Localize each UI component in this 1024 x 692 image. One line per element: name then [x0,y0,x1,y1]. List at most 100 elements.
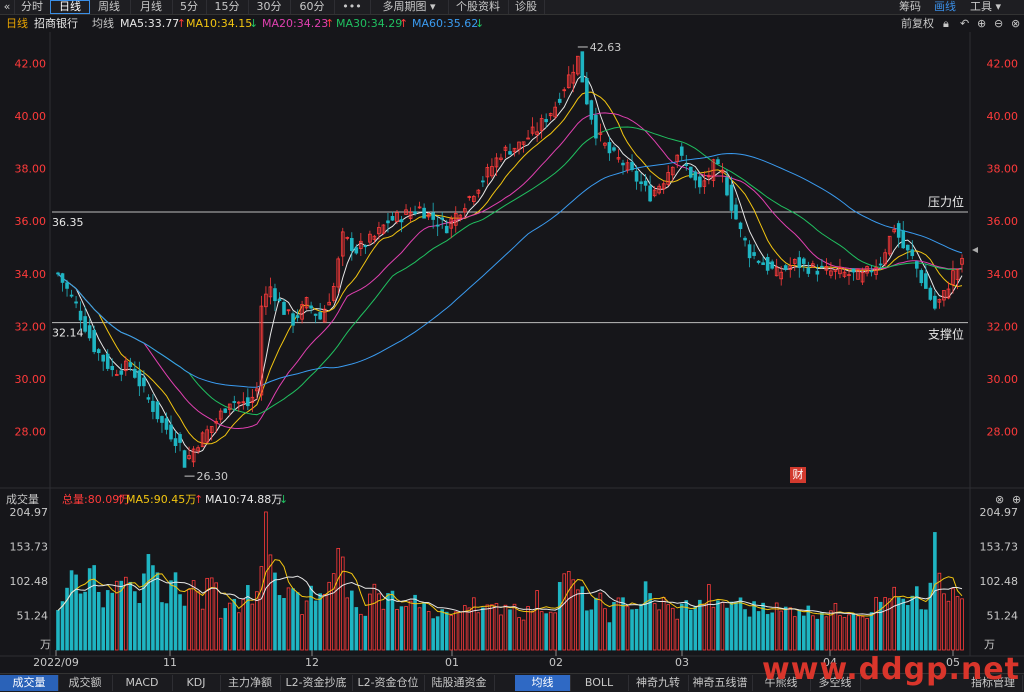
price-tick-left: 30.00 [15,373,47,386]
volume-bar [453,611,458,651]
volume-bar [490,604,494,651]
candle-body [313,313,318,316]
volume-bar [571,579,576,651]
candle-body [169,424,173,440]
volume-bar [797,610,802,651]
bottom-tab-3[interactable]: KDJ [172,675,221,691]
candle-body [390,216,395,221]
candle-body [282,301,286,315]
price-tick-left: 40.00 [15,110,47,123]
candle-body [182,450,187,468]
volume-bar [919,609,924,651]
volume-bar [896,597,901,651]
candle-body [78,310,83,321]
volume-bar [634,608,639,651]
volume-bar [580,586,585,651]
candle-body [761,262,765,265]
volume-bar [218,617,223,651]
price-tick-left: 36.00 [15,215,47,228]
volume-bar [765,614,770,651]
finance-badge[interactable]: 财 [790,467,806,483]
volume-bar [83,591,87,651]
bottom-tab-5[interactable]: L2-资金抄底 [280,675,353,691]
candle-body [878,263,883,266]
volume-bar [951,588,955,651]
candle-body [783,265,788,270]
volume-bar [535,590,539,651]
volume-bar [124,576,128,651]
candle-body [612,147,616,151]
candle-body [729,184,734,211]
volume-bar [331,573,336,651]
volume-tick-left: 102.48 [10,575,49,588]
volume-bar [589,609,594,651]
volume-bar [101,607,106,651]
candle-body [725,177,729,196]
volume-bar [661,596,666,651]
volume-bar [625,606,630,651]
candle-body [770,261,774,269]
volume-bar [630,609,634,651]
volume-bar [137,603,142,651]
volume-bar [467,607,472,651]
volume-bar [313,600,318,651]
volume-bar [603,608,607,651]
volume-bar [472,597,476,651]
price-tick-left: 42.00 [15,58,47,71]
volume-bar [689,609,693,651]
candle-body [734,204,738,220]
volume-bar [548,611,553,651]
volume-bar [105,590,110,651]
volume-bar [386,593,390,651]
indicator-tab-0[interactable]: 均线 [515,675,571,691]
volume-bar [729,601,734,651]
bottom-tab-2[interactable]: MACD [112,675,173,691]
candle-body [83,316,87,332]
bottom-tab-0[interactable]: 成交量 [0,675,59,691]
candle-body [806,267,811,274]
indicator-tab-1[interactable]: BOLL [570,675,629,691]
bottom-tab-1[interactable]: 成交额 [58,675,113,691]
low-label: 26.30 [197,470,229,483]
volume-bar [449,614,454,651]
volume-bar [566,571,571,651]
volume-bar [155,572,160,651]
volume-bar [774,602,779,651]
candle-body [743,237,747,241]
volume-bar [806,605,811,651]
volume-tick-right: 153.73 [980,540,1019,553]
indicator-tab-3[interactable]: 神奇五线谱 [688,675,753,691]
volume-tick-left: 51.24 [17,610,49,623]
volume-bar [462,605,467,651]
volume-tick-left: 153.73 [10,540,49,553]
bottom-tab-4[interactable]: 主力净额 [220,675,281,691]
volume-bar [960,598,964,651]
candle-body [273,288,277,302]
volume-bar [679,603,684,651]
volume-bar [616,597,621,651]
bottom-tab-6[interactable]: L2-资金仓位 [352,675,425,691]
volume-bar [576,589,580,651]
candle-body [933,295,937,309]
candle-body [173,438,178,446]
volume-bar [291,588,295,651]
candle-body [60,273,65,283]
indicator-tab-2[interactable]: 神奇九转 [628,675,689,691]
kline-chart[interactable]: 42.00 42.00 40.00 40.00 38.00 38.00 36.00 36.00… [0,0,1024,691]
bottom-tab-7[interactable]: 陆股通资金 [424,675,495,691]
candle-body [277,298,282,301]
volume-bar [191,580,196,651]
volume-bar [318,593,322,651]
candle-body [399,219,404,223]
volume-bar [295,592,300,651]
volume-bar [273,572,277,651]
candle-body [481,180,485,183]
volume-bar [187,589,191,651]
candle-body [160,416,164,423]
volume-bar [499,614,503,651]
x-tick-label: 2022/09 [33,656,79,669]
candle-body [689,166,693,178]
volume-bar [426,611,431,651]
x-tick-label: 11 [163,656,177,669]
volume-bar [133,591,137,651]
